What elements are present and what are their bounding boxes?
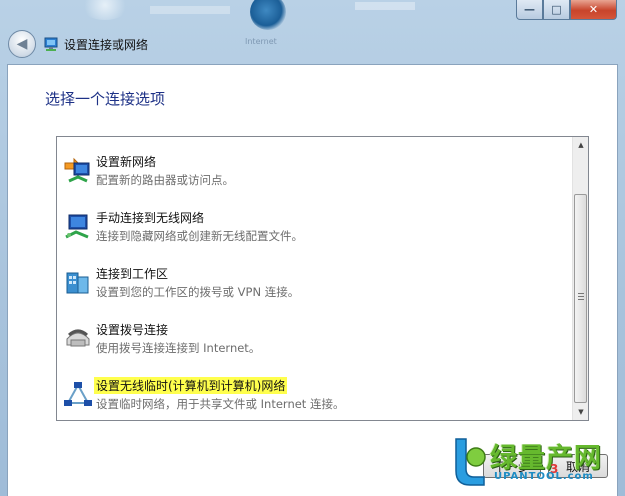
- scroll-up-arrow-icon[interactable]: ▲: [573, 137, 589, 153]
- page-title: 设置连接或网络: [64, 37, 149, 52]
- option-description: 使用拨号连接连接到 Internet。: [96, 341, 261, 355]
- dialup-phone-icon: [66, 329, 90, 347]
- background-globe-icon: [250, 0, 286, 30]
- option-description: 连接到隐藏网络或创建新无线配置文件。: [96, 229, 303, 243]
- option-title: 设置新网络: [96, 155, 157, 169]
- option-setup-new-network[interactable]: 设置新网络 配置新的路由器或访问点。: [57, 149, 573, 205]
- navigation-bar: ◀ 设置连接或网络: [8, 30, 148, 58]
- minimize-button[interactable]: —: [516, 0, 543, 20]
- option-manual-wireless[interactable]: 手动连接到无线网络 连接到隐藏网络或创建新无线配置文件。: [57, 205, 573, 261]
- option-title: 连接到工作区: [96, 267, 169, 281]
- maximize-button[interactable]: □: [543, 0, 570, 20]
- section-heading: 选择一个连接选项: [45, 90, 166, 108]
- scroll-thumb[interactable]: [574, 194, 587, 403]
- back-arrow-icon: ◀: [16, 36, 28, 52]
- back-button[interactable]: ◀: [8, 30, 36, 58]
- background-label: Internet: [245, 37, 277, 46]
- background-glass-strip: [355, 2, 415, 10]
- wireless-manual-icon: [65, 214, 89, 239]
- option-title-highlighted: 设置无线临时(计算机到计算机)网络: [94, 377, 288, 394]
- option-description: 设置临时网络，用于共享文件或 Internet 连接。: [96, 397, 345, 411]
- option-description: 设置到您的工作区的拨号或 VPN 连接。: [96, 285, 300, 299]
- background-glass-strip: [150, 6, 230, 14]
- grip-icon: [578, 293, 584, 300]
- new-network-icon: [64, 157, 90, 183]
- next-button[interactable]: 下一步: [483, 454, 541, 478]
- content-pane: 选择一个连接选项 设置新网络 配置新的路由器或访问点。 手动连接到无线网络 连接…: [7, 64, 618, 496]
- adhoc-network-icon: [64, 382, 92, 406]
- connection-options-list[interactable]: 设置新网络 配置新的路由器或访问点。 手动连接到无线网络 连接到隐藏网络或创建新…: [56, 136, 589, 421]
- option-adhoc-wireless[interactable]: 设置无线临时(计算机到计算机)网络 设置临时网络，用于共享文件或 Interne…: [57, 373, 573, 429]
- option-title: 设置拨号连接: [96, 323, 169, 337]
- window: Internet — □ ✕ ◀ 设置连接或网络 选择一个连接选项 设置新网络 …: [0, 0, 625, 496]
- close-button[interactable]: ✕: [570, 0, 617, 20]
- vertical-scrollbar[interactable]: ▲ ▼: [572, 137, 588, 420]
- workplace-icon: [66, 272, 89, 294]
- network-setup-icon: [44, 37, 58, 51]
- scroll-down-arrow-icon[interactable]: ▼: [573, 404, 589, 420]
- option-title: 手动连接到无线网络: [96, 211, 205, 225]
- cancel-button[interactable]: 取消: [548, 454, 608, 478]
- option-dialup[interactable]: 设置拨号连接 使用拨号连接连接到 Internet。: [57, 317, 573, 373]
- caption-buttons: — □ ✕: [516, 0, 617, 20]
- background-network-icon: [80, 0, 130, 20]
- option-description: 配置新的路由器或访问点。: [96, 173, 234, 187]
- option-connect-workplace[interactable]: 连接到工作区 设置到您的工作区的拨号或 VPN 连接。: [57, 261, 573, 317]
